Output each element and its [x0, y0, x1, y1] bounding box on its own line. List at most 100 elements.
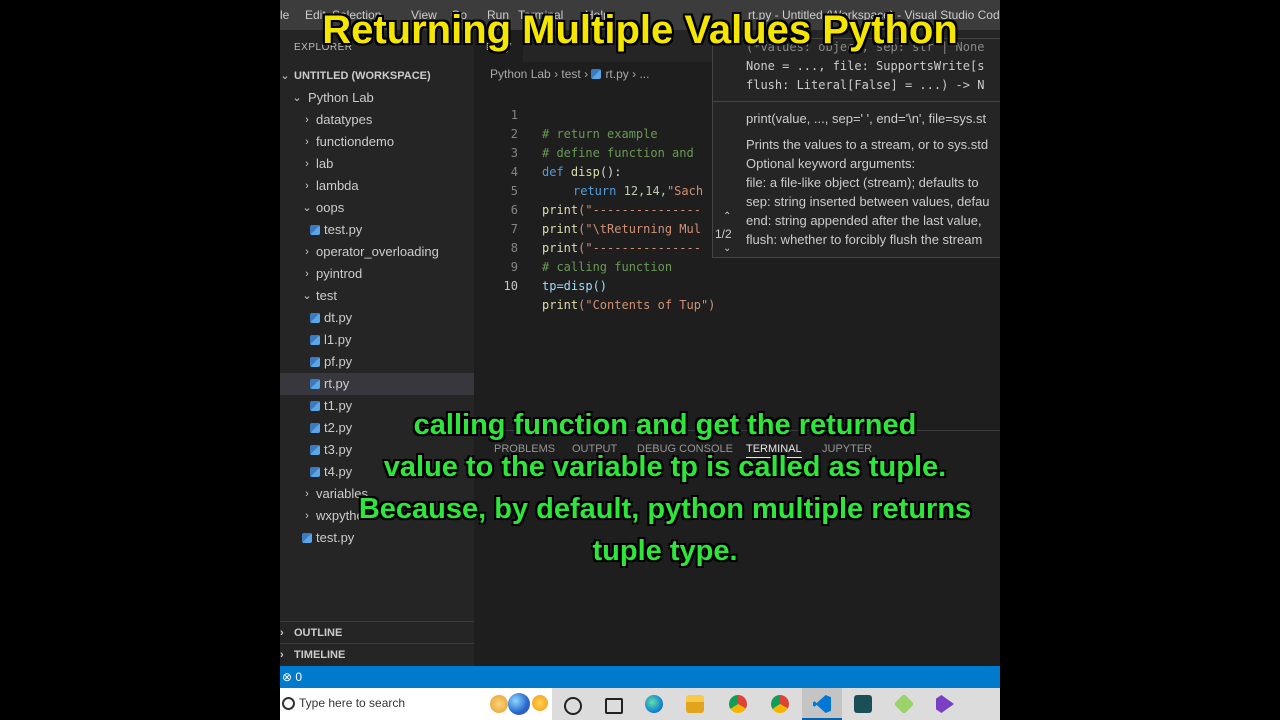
tree-label: oops — [316, 200, 345, 215]
doc-line: Optional keyword arguments: — [746, 156, 916, 171]
explorer-sidebar: EXPLORER ⌄ UNTITLED (WORKSPACE) ⌄ Python… — [280, 30, 474, 666]
code-text: # define function and — [542, 146, 694, 160]
chrome-icon[interactable] — [771, 695, 789, 713]
tree-file-dt-py[interactable]: dt.py — [280, 307, 474, 329]
code-line: 9 tp=disp() — [474, 239, 607, 293]
cortana-icon[interactable] — [564, 697, 582, 715]
tree-label: pyintrod — [316, 266, 363, 281]
function-name: print — [542, 222, 579, 236]
code-line: 2 # define function and — [474, 106, 694, 160]
tree-folder-lab[interactable]: › lab — [280, 153, 474, 175]
code-text: print("Contents of Tup") — [542, 296, 715, 315]
signature-summary: print(value, ..., sep=' ', end='\n', fil… — [746, 111, 987, 126]
function-name: print — [542, 298, 579, 312]
chrome-icon[interactable] — [729, 695, 747, 713]
code-line-current: 10 print("Contents of Tup") — [474, 258, 716, 312]
breadcrumb-item[interactable]: rt.py — [605, 67, 628, 81]
code-text: def disp(): — [542, 163, 622, 182]
number-literal: 12,14, — [623, 184, 667, 198]
python-file-icon — [591, 69, 602, 79]
chevron-right-icon: › — [584, 67, 592, 81]
problems-count[interactable]: ⊗ 0 — [282, 666, 302, 688]
sun-icon — [532, 695, 548, 711]
task-view-icon[interactable] — [605, 698, 623, 714]
keyword: return — [573, 184, 617, 198]
tree-file-l1-py[interactable]: l1.py — [280, 329, 474, 351]
doc-line: file: a file-like object (stream); defau… — [746, 175, 979, 190]
workspace-title: UNTITLED (WORKSPACE) — [294, 70, 431, 82]
tree-label: rt.py — [324, 376, 350, 391]
string-literal: ("--------------- — [578, 241, 701, 255]
caption-line: tuple type. — [592, 535, 738, 567]
string-literal: "Sach — [666, 184, 704, 198]
caption-line: calling function and get the returned — [413, 409, 917, 441]
tree-folder-python-lab[interactable]: ⌄ Python Lab — [280, 87, 474, 109]
breadcrumb-item[interactable]: test — [561, 67, 580, 81]
taskbar-search[interactable]: Type here to search — [280, 688, 552, 720]
tree-file-pf-py[interactable]: pf.py — [280, 351, 474, 373]
function-name: print — [542, 241, 579, 255]
chevron-right-icon: › — [305, 246, 309, 258]
code-text: return 12,14,"Sach — [573, 182, 703, 201]
outline-label: OUTLINE — [294, 627, 343, 639]
breadcrumb-item[interactable]: Python Lab — [490, 67, 551, 81]
signature-pager: 1/2 — [715, 227, 732, 241]
tree-folder-lambda[interactable]: › lambda — [280, 175, 474, 197]
tree-label: Python Lab — [308, 90, 374, 105]
string-literal: ("\tReturning Mul — [578, 222, 701, 236]
doc-line: flush: whether to forcibly flush the str… — [746, 232, 983, 247]
chevron-right-icon: › — [305, 114, 309, 126]
python-file-icon — [310, 225, 320, 235]
visual-studio-icon[interactable] — [936, 695, 954, 713]
status-bar: ⊗ 0 — [280, 666, 1000, 688]
code-text: # calling function — [542, 260, 673, 274]
windows-taskbar: Type here to search — [280, 688, 1000, 720]
code-punct: (): — [599, 165, 622, 179]
search-icon — [282, 697, 295, 710]
file-explorer-icon[interactable] — [686, 695, 704, 713]
tree-file-oops-test-py[interactable]: test.py — [280, 219, 474, 241]
tree-folder-pyintrod[interactable]: › pyintrod — [280, 263, 474, 285]
tree-folder-oops[interactable]: ⌄ oops — [280, 197, 474, 219]
signature-help-popup: (*values: object, sep: str | None None =… — [712, 38, 1000, 258]
python-file-icon — [310, 335, 320, 345]
tree-label: test — [316, 288, 337, 303]
tree-folder-datatypes[interactable]: › datatypes — [280, 109, 474, 131]
doc-line: end: string appended after the last valu… — [746, 213, 982, 228]
code-line: 5 print("--------------- — [474, 163, 701, 217]
tree-folder-test[interactable]: ⌄ test — [280, 285, 474, 307]
vscode-taskbar-button[interactable] — [802, 688, 842, 720]
signature-text: None = ..., file: SupportsWrite[s — [746, 59, 985, 73]
timeline-section[interactable]: › TIMELINE — [280, 643, 474, 666]
chevron-down-icon: ⌄ — [302, 202, 312, 214]
chevron-up-icon[interactable]: ⌃ — [723, 211, 731, 222]
tree-folder-operator-overloading[interactable]: › operator_overloading — [280, 241, 474, 263]
line-number: 10 — [503, 279, 518, 293]
tree-label: pf.py — [324, 354, 353, 369]
outline-section[interactable]: › OUTLINE — [280, 621, 474, 644]
python-file-icon — [310, 313, 320, 323]
tree-folder-functiondemo[interactable]: › functiondemo — [280, 131, 474, 153]
video-title-overlay: Returning Multiple Values Python — [322, 8, 958, 52]
chevron-down-icon: ⌄ — [302, 290, 312, 302]
app-icon[interactable] — [893, 693, 915, 715]
tree-label: lambda — [316, 178, 359, 193]
chevron-down-icon[interactable]: ⌄ — [723, 243, 731, 254]
tree-file-rt-py[interactable]: rt.py — [280, 373, 474, 395]
code-text: # return example — [542, 127, 658, 141]
vscode-icon — [813, 695, 831, 713]
workspace-header[interactable]: ⌄ UNTITLED (WORKSPACE) — [280, 65, 474, 87]
signature-text: flush: Literal[False] = ...) -> N — [746, 78, 985, 92]
chevron-right-icon: › — [280, 627, 284, 639]
keyword: def — [542, 165, 564, 179]
edge-icon[interactable] — [645, 695, 663, 713]
weather-icon — [490, 695, 508, 713]
breadcrumb-item[interactable]: ... — [639, 67, 649, 81]
terminal-app-icon[interactable] — [854, 695, 872, 713]
chevron-right-icon: › — [305, 268, 309, 280]
code-line: 3 def disp(): — [474, 125, 622, 179]
string-literal: ("--------------- — [578, 203, 701, 217]
chevron-right-icon: › — [305, 180, 309, 192]
code-line: 1 # return example — [474, 87, 658, 141]
code-line: 4 return 12,14,"Sach — [474, 144, 703, 198]
